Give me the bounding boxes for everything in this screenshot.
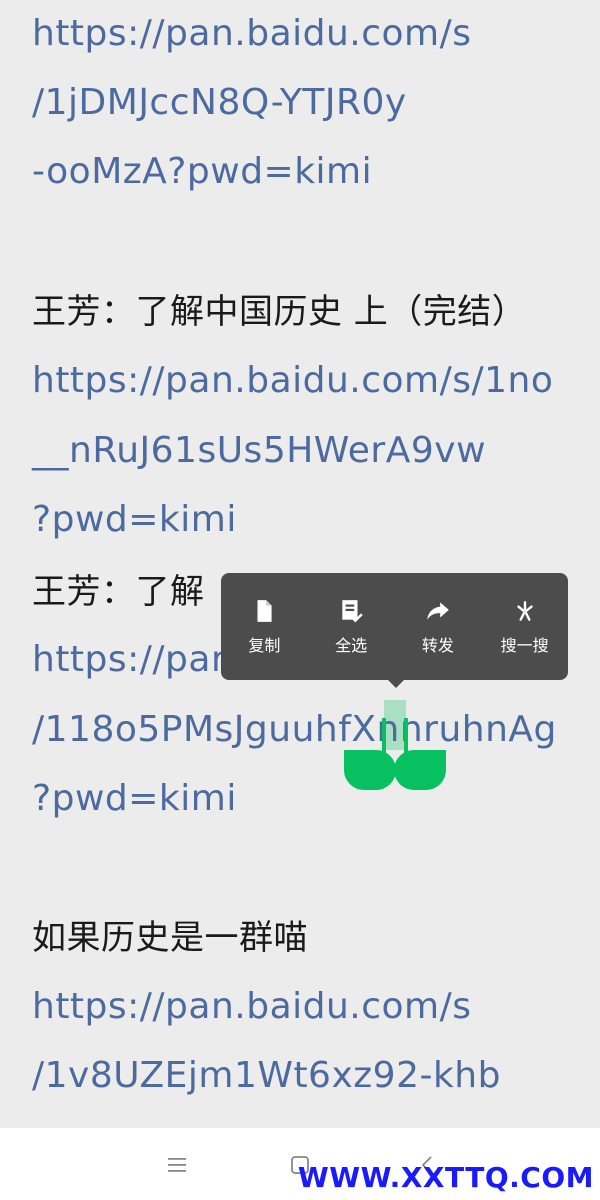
- select-all-button[interactable]: 全选: [311, 573, 391, 680]
- message-title-line: 如果历史是一群喵: [32, 918, 308, 958]
- menu-icon: [168, 1158, 186, 1172]
- message-link-line[interactable]: /1jDMJccN8Q-YTJR0y: [32, 83, 407, 123]
- chat-message: https://pan.baidu.com/s /1jDMJccN8Q-YTJR…: [0, 0, 600, 1128]
- search-label: 搜一搜: [500, 635, 549, 655]
- select-all-icon: [342, 599, 363, 622]
- forward-button[interactable]: 转发: [398, 573, 478, 680]
- select-all-label: 全选: [335, 635, 368, 655]
- message-link-line[interactable]: https://pan.baidu.com/s: [32, 987, 472, 1027]
- message-title-line: 王芳：了解中国历史 上（完结）: [32, 292, 527, 332]
- watermark: WWW.XXTTQ.COM: [297, 1161, 594, 1194]
- copy-label: 复制: [248, 635, 281, 655]
- forward-icon: [427, 601, 449, 620]
- message-link-line[interactable]: /118o5PMsJguuhfXnnruhnAg: [32, 710, 557, 750]
- search-button[interactable]: 搜一搜: [485, 573, 565, 680]
- message-link-line[interactable]: /1v8UZEjm1Wt6xz92-khb: [32, 1056, 501, 1096]
- message-link-line[interactable]: https://par: [32, 640, 226, 680]
- message-link-line[interactable]: https://pan.baidu.com/s/1no: [32, 361, 553, 401]
- copy-button[interactable]: 复制: [224, 573, 304, 680]
- system-nav-bar: WWW.XXTTQ.COM: [0, 1128, 600, 1200]
- search-sparkle-icon: [516, 600, 533, 621]
- message-link-line[interactable]: ?pwd=kimi: [32, 500, 237, 540]
- popup-pointer: [388, 680, 404, 688]
- text-action-popup: 复制 全选 转发 搜一搜: [221, 573, 568, 680]
- message-title-line: 王芳：了解: [32, 572, 205, 612]
- message-link-line[interactable]: https://pan.baidu.com/s: [32, 14, 472, 54]
- document-icon: [257, 599, 272, 622]
- message-link-line[interactable]: -ooMzA?pwd=kimi: [32, 152, 372, 192]
- menu-button[interactable]: [162, 1150, 192, 1180]
- selection-start-handle[interactable]: [344, 750, 396, 790]
- selection-end-handle[interactable]: [394, 750, 446, 790]
- message-link-line[interactable]: ?pwd=kimi: [32, 779, 237, 819]
- forward-label: 转发: [421, 635, 454, 655]
- message-link-line[interactable]: __nRuJ61sUs5HWerA9vw: [32, 431, 486, 471]
